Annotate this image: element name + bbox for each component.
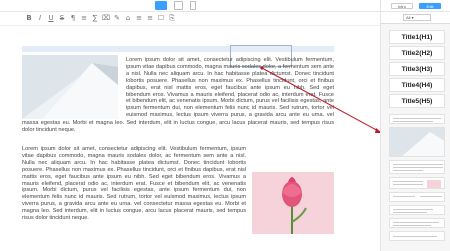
intro-button[interactable]: Intro bbox=[391, 3, 413, 9]
strikethrough-icon[interactable]: S bbox=[58, 14, 66, 23]
table-icon[interactable]: ☐ bbox=[157, 14, 165, 23]
paragraph-2[interactable]: Lorem ipsum dolor sit amet, consectetur … bbox=[22, 146, 246, 250]
paragraph-icon[interactable]: ¶ bbox=[69, 14, 77, 23]
image-icon[interactable]: ⌂ bbox=[124, 14, 132, 23]
tulip-image[interactable] bbox=[252, 172, 334, 234]
app-root: B I U S ¶ ≡ ∑ ⌧ ✎ ⌂ ≡ ≡ ☐ ⎘ Lorem ipsum … bbox=[0, 0, 450, 251]
architecture-image[interactable] bbox=[22, 55, 118, 119]
mini-tulip-thumb bbox=[427, 180, 441, 188]
heading-h3-block[interactable]: Title3(H3) bbox=[389, 62, 445, 76]
format-toolbar: B I U S ¶ ≡ ∑ ⌧ ✎ ⌂ ≡ ≡ ☐ ⎘ bbox=[0, 12, 380, 33]
clear-format-icon[interactable]: ⌧ bbox=[102, 14, 110, 23]
paragraph-1-text: Lorem ipsum dolor sit amet, consectetur … bbox=[126, 57, 334, 119]
text-block-thumb[interactable] bbox=[389, 114, 445, 124]
bold-icon[interactable]: B bbox=[25, 14, 33, 23]
align-icon[interactable]: ≡ bbox=[80, 14, 88, 23]
underline-icon[interactable]: U bbox=[47, 14, 55, 23]
category-select-value: All bbox=[406, 15, 411, 20]
quote-block-thumb[interactable] bbox=[389, 218, 445, 228]
list-icon[interactable]: ≡ bbox=[135, 14, 143, 23]
heading-h4-block[interactable]: Title4(H4) bbox=[389, 78, 445, 92]
columns-block-thumb[interactable] bbox=[389, 192, 445, 202]
copy-icon[interactable]: ⎘ bbox=[168, 14, 176, 23]
blocks-sidebar: Intro Edit All ▾ Title1(H1) Title2(H2) T… bbox=[380, 0, 450, 251]
editor-canvas[interactable]: Lorem ipsum dolor sit amet, consectetur … bbox=[0, 26, 380, 251]
paragraph-1-tail: massa egestas eu. Morbi et magna leo. Se… bbox=[22, 120, 334, 133]
tablet-view-button[interactable] bbox=[174, 1, 183, 10]
edit-button[interactable]: Edit bbox=[419, 3, 441, 9]
italic-icon[interactable]: I bbox=[36, 14, 44, 23]
category-select[interactable]: All ▾ bbox=[403, 14, 431, 21]
paragraph-block-thumb[interactable] bbox=[389, 160, 445, 174]
image-text-block-thumb[interactable] bbox=[389, 177, 445, 189]
footer-block-thumb[interactable] bbox=[389, 231, 445, 241]
heading-h2-block[interactable]: Title2(H2) bbox=[389, 46, 445, 60]
sidebar-header: Intro Edit bbox=[381, 0, 450, 12]
paragraph-1-wrapped[interactable]: Lorem ipsum dolor sit amet, consectetur … bbox=[126, 57, 334, 119]
filter-bar: All ▾ bbox=[381, 12, 450, 24]
formula-icon[interactable]: ∑ bbox=[91, 14, 99, 23]
mobile-view-button[interactable] bbox=[190, 1, 196, 10]
paragraph-2-text: Lorem ipsum dolor sit amet, consectetur … bbox=[22, 146, 246, 222]
list-block-thumb[interactable] bbox=[389, 205, 445, 215]
image-block-thumb[interactable] bbox=[389, 127, 445, 157]
ordered-list-icon[interactable]: ≡ bbox=[146, 14, 154, 23]
device-toolbar bbox=[0, 0, 380, 12]
document-page[interactable]: Lorem ipsum dolor sit amet, consectetur … bbox=[22, 34, 334, 249]
desktop-view-button[interactable] bbox=[155, 1, 167, 10]
pen-icon[interactable]: ✎ bbox=[113, 14, 121, 23]
heading-h1-block[interactable]: Title1(H1) bbox=[389, 30, 445, 44]
heading-h5-block[interactable]: Title5(H5) bbox=[389, 94, 445, 108]
